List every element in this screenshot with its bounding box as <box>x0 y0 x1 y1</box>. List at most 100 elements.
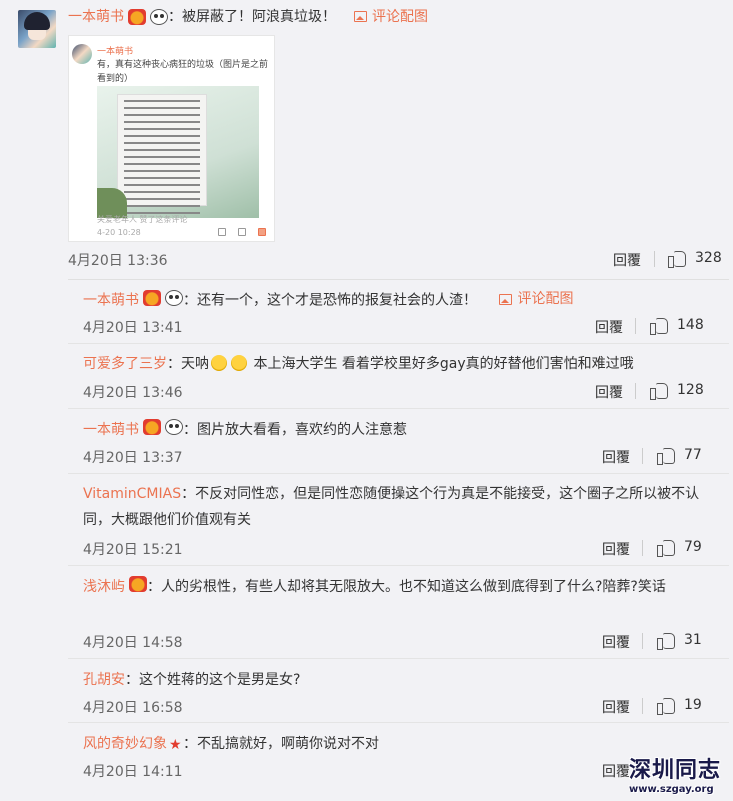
thumbnail-screenshot <box>97 86 259 218</box>
vip-badge-icon <box>143 419 161 435</box>
reply-button[interactable]: 回覆 <box>602 447 630 467</box>
vip-badge-icon <box>128 9 146 25</box>
panda-badge-icon <box>165 419 183 435</box>
comment-date: 4月20日 14:58 <box>83 635 183 651</box>
action-divider <box>642 698 643 714</box>
comment-picture-label: 评论配图 <box>517 291 574 307</box>
user-avatar[interactable] <box>18 10 56 48</box>
thumbnail-date: 4-20 10:28 <box>97 228 141 237</box>
sub-comment-line: 一本萌书 ：图片放大看看，喜欢约的人注意惹 <box>83 417 719 443</box>
action-divider <box>635 383 636 399</box>
comment-text: ：人的劣根性，有些人却将其无限放大。也不知道这么做到底得到了什么?陪葬?笑话 <box>147 579 666 595</box>
comment-date: 4月20日 13:46 <box>83 385 183 401</box>
action-divider <box>654 251 655 267</box>
comment-username[interactable]: 一本萌书 <box>68 6 124 26</box>
crying-emoji-icon <box>231 355 247 371</box>
sub-comment: 一本萌书 ：还有一个，这个才是恐怖的报复社会的人渣！ 评论配图 4月20日 13:… <box>68 280 729 344</box>
vip-badge-icon <box>129 576 147 592</box>
reply-button[interactable]: 回覆 <box>602 761 630 781</box>
comment-picture-label: 评论配图 <box>372 9 428 25</box>
thumbs-up-icon <box>657 697 675 715</box>
like-count: 128 <box>677 382 704 398</box>
like-count: 328 <box>695 250 722 266</box>
site-watermark: 深圳同志 www.szgay.org <box>629 752 729 798</box>
watermark-title: 深圳同志 <box>629 757 722 783</box>
thumbnail-avatar <box>72 44 92 64</box>
thumbnail-text: 有，真有这种丧心病狂的垃圾（图片是之前看到的） <box>97 60 269 84</box>
thumbs-up-icon <box>657 539 675 557</box>
action-divider <box>642 448 643 464</box>
like-count: 31 <box>684 632 702 648</box>
reply-button[interactable]: 回覆 <box>595 317 623 337</box>
sub-comment: 孔胡安：这个姓蒋的这个是男是女? 4月20日 16:58 回覆 19 <box>68 659 729 723</box>
sub-comment: 浅沐屿 ：人的劣根性，有些人却将其无限放大。也不知道这么做到底得到了什么?陪葬?笑… <box>68 566 729 659</box>
reply-button[interactable]: 回覆 <box>595 382 623 402</box>
thumbs-up-icon <box>650 317 668 335</box>
like-button[interactable]: 148 <box>650 317 704 335</box>
sub-comment: VitaminCMIAS：不反对同性恋，但是同性恋随便操这个行为真是不能接受，这… <box>68 474 729 566</box>
main-comment-line: 一本萌书 ：被屏蔽了！阿浪真垃圾！ 评论配图 <box>68 6 428 26</box>
comment-date: 4月20日 13:36 <box>68 253 168 269</box>
like-button[interactable]: 19 <box>657 697 702 715</box>
panda-badge-icon <box>165 289 183 306</box>
thumbnail-share-icon <box>218 228 226 236</box>
picture-icon <box>499 293 513 305</box>
sub-comment-line: VitaminCMIAS：不反对同性恋，但是同性恋随便操这个行为真是不能接受，这… <box>83 481 719 533</box>
sub-comment-line: 可爱多了三岁：天呐 本上海大学生 看着学校里好多gay真的好替他们害怕和难过哦 <box>83 351 719 377</box>
comment-date: 4月20日 14:11 <box>83 764 183 780</box>
thumbs-up-icon <box>657 447 675 465</box>
like-button[interactable]: 328 <box>668 250 722 268</box>
thumbs-up-icon <box>668 250 686 268</box>
thumbnail-comment-icon <box>238 228 246 236</box>
action-divider <box>642 633 643 649</box>
sub-comment-line: 风的奇妙幻象 ★：不乱搞就好，啊萌你说对不对 <box>83 731 719 757</box>
reply-button[interactable]: 回覆 <box>602 697 630 717</box>
star-badge-icon: ★ <box>169 737 182 753</box>
thumbnail-like-icon <box>258 228 266 236</box>
comment-text: ：还有一个，这个才是恐怖的报复社会的人渣！ <box>183 292 477 309</box>
like-count: 148 <box>677 317 704 333</box>
reply-button[interactable]: 回覆 <box>613 250 641 270</box>
comment-text: ：天呐 <box>167 356 209 372</box>
thumbnail-username: 一本萌书 <box>97 47 134 57</box>
comment-date: 4月20日 15:21 <box>83 542 183 558</box>
panda-badge-icon <box>150 9 168 25</box>
comment-date: 4月20日 16:58 <box>83 700 183 716</box>
comment-username[interactable]: VitaminCMIAS <box>83 486 181 502</box>
sub-comment: 可爱多了三岁：天呐 本上海大学生 看着学校里好多gay真的好替他们害怕和难过哦 … <box>68 344 729 409</box>
like-button[interactable]: 31 <box>657 632 702 650</box>
comment-text: ：这个姓蒋的这个是男是女? <box>125 672 301 688</box>
comment-text: ：图片放大看看，喜欢约的人注意惹 <box>183 422 407 438</box>
comment-text: ：被屏蔽了！阿浪真垃圾！ <box>168 9 336 25</box>
like-count: 77 <box>684 447 702 463</box>
reply-button[interactable]: 回覆 <box>602 539 630 559</box>
like-count: 19 <box>684 697 702 713</box>
sub-comment-line: 一本萌书 ：还有一个，这个才是恐怖的报复社会的人渣！ 评论配图 <box>83 286 719 314</box>
comment-picture-link[interactable]: 评论配图 <box>499 286 573 312</box>
comment-text: ：不乱搞就好，啊萌你说对不对 <box>183 736 379 752</box>
sub-comment: 一本萌书 ：图片放大看看，喜欢约的人注意惹 4月20日 13:37 回覆 77 <box>68 409 729 474</box>
comment-username[interactable]: 风的奇妙幻象 <box>83 736 167 752</box>
comment-username[interactable]: 孔胡安 <box>83 672 125 688</box>
crying-emoji-icon <box>211 355 227 371</box>
sub-comment-line: 孔胡安：这个姓蒋的这个是男是女? <box>83 667 719 693</box>
comment-date: 4月20日 13:37 <box>83 450 183 466</box>
comment-username[interactable]: 一本萌书 <box>83 293 139 309</box>
comment-text-continued: 本上海大学生 看着学校里好多gay真的好替他们害怕和难过哦 <box>253 356 634 372</box>
like-button[interactable]: 128 <box>650 382 704 400</box>
comment-date: 4月20日 13:41 <box>83 320 183 336</box>
like-count: 79 <box>684 539 702 555</box>
action-divider <box>635 318 636 334</box>
comment-picture-link[interactable]: 评论配图 <box>354 6 428 26</box>
sub-comment-line: 浅沐屿 ：人的劣根性，有些人却将其无限放大。也不知道这么做到底得到了什么?陪葬?笑… <box>83 574 719 600</box>
reply-button[interactable]: 回覆 <box>602 632 630 652</box>
sub-comment-list: 一本萌书 ：还有一个，这个才是恐怖的报复社会的人渣！ 评论配图 4月20日 13:… <box>68 279 729 801</box>
action-divider <box>642 540 643 556</box>
comment-username[interactable]: 浅沐屿 <box>83 579 125 595</box>
comment-image-thumbnail[interactable]: 一本萌书 有，真有这种丧心病狂的垃圾（图片是之前看到的） 关爱老年人 赞了这条评… <box>68 35 275 242</box>
comment-username[interactable]: 一本萌书 <box>83 422 139 438</box>
thumbnail-screenshot-text <box>117 94 207 214</box>
like-button[interactable]: 79 <box>657 539 702 557</box>
comment-username[interactable]: 可爱多了三岁 <box>83 356 167 372</box>
like-button[interactable]: 77 <box>657 447 702 465</box>
